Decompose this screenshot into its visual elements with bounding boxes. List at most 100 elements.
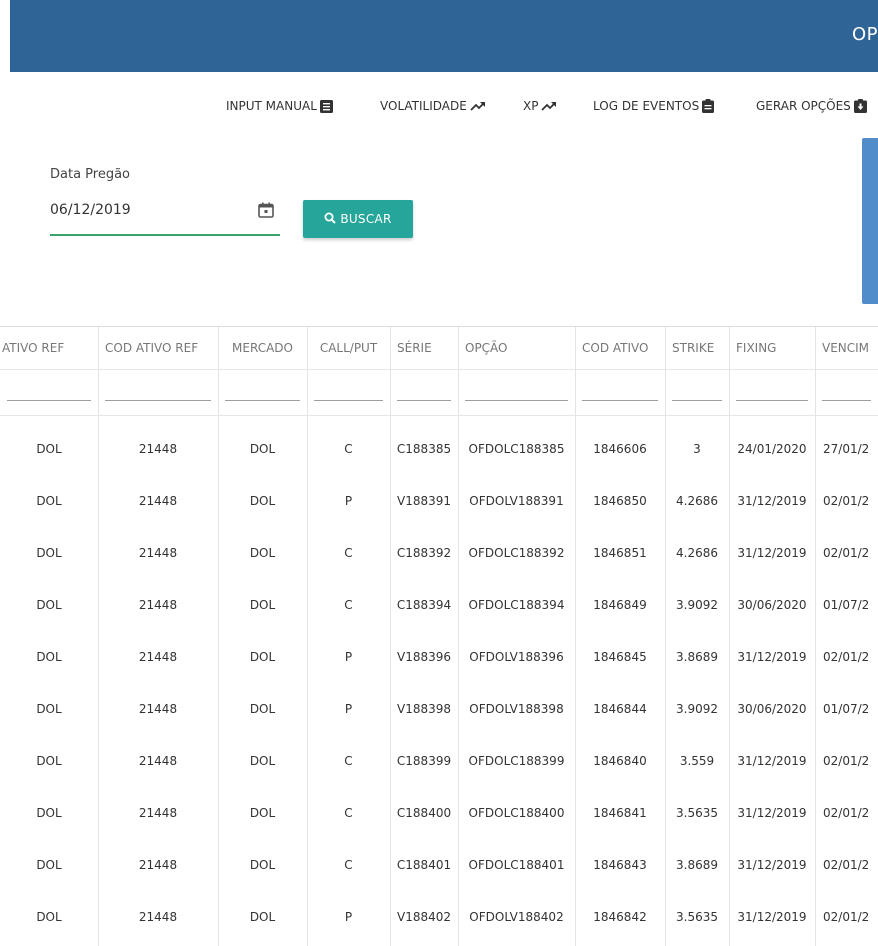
table-cell: 21448 — [138, 806, 178, 820]
table-row[interactable]: DOL 21448 DOL P V188396 OFDOLV188396 1846845 3.… — [0, 631, 878, 683]
table-cell: V188391 — [396, 494, 452, 508]
table-cell: OFDOLC188392 — [468, 546, 565, 560]
table-cell: 31/12/2019 — [737, 858, 807, 872]
table-cell: 21448 — [138, 598, 178, 612]
table-row[interactable]: DOL 21448 DOL C C188399 OFDOLC188399 1846840 3.… — [0, 735, 878, 787]
table-cell: DOL — [249, 806, 276, 820]
table-cell: C — [344, 546, 353, 560]
column-header[interactable]: MERCADO — [218, 327, 307, 369]
table-cell: DOL — [36, 702, 62, 716]
search-button[interactable]: BUSCAR — [303, 200, 413, 238]
nav-input-manual[interactable]: INPUT MANUAL — [226, 96, 333, 116]
table-cell: 02/01/2 — [823, 754, 870, 768]
table-cell: P — [344, 494, 353, 508]
table-cell: 21448 — [138, 650, 178, 664]
column-header[interactable]: CALL/PUT — [307, 327, 390, 369]
column-filter-input[interactable] — [822, 400, 871, 401]
column-header[interactable]: ATIVO REF — [0, 327, 98, 369]
column-header[interactable]: STRIKE — [665, 327, 729, 369]
table-cell: P — [344, 702, 353, 716]
table-row[interactable]: DOL 21448 DOL C C188400 OFDOLC188400 1846841 3.… — [0, 787, 878, 839]
column-filter-input[interactable] — [225, 400, 300, 401]
table-cell: 3.5635 — [676, 806, 718, 820]
table-cell: DOL — [36, 650, 62, 664]
table-cell: 02/01/2 — [823, 858, 870, 872]
nav-input-manual-label: INPUT MANUAL — [226, 99, 317, 113]
table-cell: DOL — [249, 858, 276, 872]
table-cell: 3.9092 — [676, 702, 718, 716]
table-cell: 01/07/2 — [823, 598, 870, 612]
table-cell: 1846606 — [593, 442, 647, 456]
table-row[interactable]: DOL 21448 DOL C C188385 OFDOLC188385 1846606 3 2… — [0, 423, 878, 475]
table-cell: 1846840 — [593, 754, 647, 768]
search-button-label: BUSCAR — [340, 212, 392, 226]
nav-xp[interactable]: XP — [523, 96, 557, 116]
table-cell: 30/06/2020 — [737, 702, 807, 716]
table-cell: DOL — [36, 806, 62, 820]
table-cell: 3.5635 — [676, 910, 718, 924]
list-icon — [319, 99, 333, 113]
table-cell: DOL — [249, 910, 276, 924]
table-cell: 3.8689 — [676, 858, 718, 872]
table-cell: 31/12/2019 — [737, 546, 807, 560]
table-cell: DOL — [249, 442, 276, 456]
table-row[interactable]: DOL 21448 DOL P V188398 OFDOLV188398 1846844 3.… — [0, 683, 878, 735]
nav-gerar-opcoes[interactable]: GERAR OPÇÕES — [756, 96, 867, 116]
table-cell: 31/12/2019 — [737, 650, 807, 664]
table-cell: 3.559 — [679, 754, 715, 768]
date-field-label: Data Pregão — [50, 167, 131, 182]
column-filter-input[interactable] — [582, 400, 658, 401]
table-cell: DOL — [36, 598, 62, 612]
table-cell: C — [344, 858, 353, 872]
calendar-icon[interactable] — [258, 202, 274, 222]
column-filter-input[interactable] — [7, 400, 91, 401]
table-cell: 01/07/2 — [823, 702, 870, 716]
nav-volatilidade-label: VOLATILIDADE — [380, 99, 467, 113]
table-cell: 21448 — [138, 494, 178, 508]
table-cell: 1846844 — [593, 702, 647, 716]
column-header[interactable]: COD ATIVO REF — [98, 327, 218, 369]
table-cell: C188401 — [396, 858, 452, 872]
download-icon — [853, 99, 867, 113]
table-cell: 02/01/2 — [823, 910, 870, 924]
nav-log-de-eventos-label: LOG DE EVENTOS — [593, 99, 700, 113]
table-cell: 21448 — [138, 858, 178, 872]
table-cell: 02/01/2 — [823, 650, 870, 664]
column-filter-input[interactable] — [105, 400, 211, 401]
table-cell: V188396 — [396, 650, 452, 664]
column-header[interactable]: OPÇÃO — [458, 327, 575, 369]
table-cell: P — [344, 650, 353, 664]
table-cell: DOL — [249, 546, 276, 560]
table-cell: 4.2686 — [676, 546, 718, 560]
nav-volatilidade[interactable]: VOLATILIDADE — [380, 96, 486, 116]
nav-log-de-eventos[interactable]: LOG DE EVENTOS — [593, 96, 715, 116]
table-row[interactable]: DOL 21448 DOL P V188391 OFDOLV188391 1846850 4.… — [0, 475, 878, 527]
table-cell: 31/12/2019 — [737, 494, 807, 508]
table-cell: C188399 — [396, 754, 452, 768]
table-cell: DOL — [249, 754, 276, 768]
column-filter-input[interactable] — [397, 400, 451, 401]
table-cell: 4.2686 — [676, 494, 718, 508]
table-row[interactable]: DOL 21448 DOL C C188392 OFDOLC188392 1846851 4.… — [0, 527, 878, 579]
options-page: OP INPUT MANUAL VOLATILIDADE XP LOG DE E… — [0, 0, 878, 946]
table-cell: C — [344, 442, 353, 456]
column-filter-input[interactable] — [465, 400, 568, 401]
table-row[interactable]: DOL 21448 DOL C C188394 OFDOLC188394 1846849 3.… — [0, 579, 878, 631]
table-cell: 1846841 — [593, 806, 647, 820]
column-filter-input[interactable] — [314, 400, 383, 401]
table-row[interactable]: DOL 21448 DOL P V188402 OFDOLV188402 1846842 3.… — [0, 891, 878, 943]
table-cell: C188392 — [396, 546, 452, 560]
column-header[interactable]: VENCIM — [815, 327, 878, 369]
table-cell: 21448 — [138, 442, 178, 456]
table-cell: OFDOLV188396 — [469, 650, 564, 664]
column-header[interactable]: COD ATIVO — [575, 327, 665, 369]
column-header[interactable]: FIXING — [729, 327, 815, 369]
date-input[interactable]: 06/12/2019 — [50, 196, 280, 236]
table-cell: P — [344, 910, 353, 924]
table-cell: 3.8689 — [676, 650, 718, 664]
table-row[interactable]: DOL 21448 DOL C C188401 OFDOLC188401 1846843 3.… — [0, 839, 878, 891]
column-filter-input[interactable] — [736, 400, 808, 401]
column-filter-input[interactable] — [672, 400, 722, 401]
table-cell: DOL — [36, 546, 62, 560]
column-header[interactable]: SÉRIE — [390, 327, 458, 369]
